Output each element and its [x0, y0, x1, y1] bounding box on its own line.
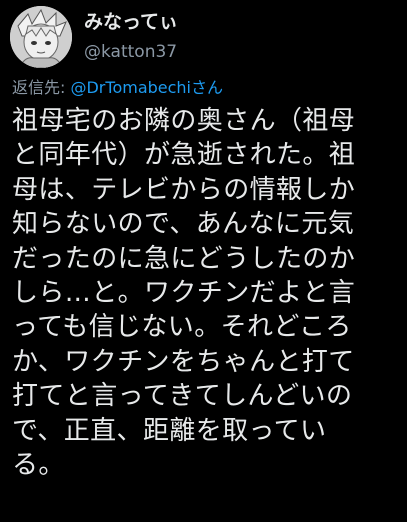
tweet-body-line: 祖母宅のお隣の奥さん（祖母 [12, 106, 356, 136]
tweet-header: みなってぃ @katton37 [10, 6, 178, 68]
tweet-body-line: 打てと言ってきてしんどいの [12, 381, 353, 412]
tweet-body-line: る。 [12, 449, 65, 480]
display-name[interactable]: みなってぃ [84, 10, 178, 34]
tweet-body-line: しら…と。ワクチンだよと言 [12, 277, 356, 308]
avatar[interactable] [10, 6, 72, 68]
tweet-body-line: っても信じない。それどころ [12, 312, 352, 343]
tweet-body-line: で、正直、距離を取ってい [12, 415, 327, 446]
reply-prefix: 返信先: [12, 78, 71, 97]
reply-to-line: 返信先: @DrTomabechiさん [12, 77, 223, 99]
author-names: みなってぃ @katton37 [84, 10, 178, 64]
user-handle[interactable]: @katton37 [84, 40, 178, 64]
tweet-body-line: と同年代）が急逝された。祖 [12, 140, 356, 171]
tweet-body-line: 母は、テレビからの情報しか [12, 174, 356, 205]
tweet-body-line: 知らないので、あんなに元気 [12, 209, 355, 240]
avatar-image [10, 6, 72, 68]
tweet-body-line: だったのに急にどうしたのか [12, 243, 356, 274]
tweet-body: 祖母宅のお隣の奥さん（祖母 と同年代）が急逝された。祖 母は、テレビからの情報し… [12, 104, 398, 482]
tweet-body-line: か、ワクチンをちゃんと打て [12, 346, 355, 377]
reply-mention-link[interactable]: @DrTomabechiさん [70, 78, 223, 97]
tweet: みなってぃ @katton37 返信先: @DrTomabechiさん 祖母宅の… [0, 0, 407, 522]
